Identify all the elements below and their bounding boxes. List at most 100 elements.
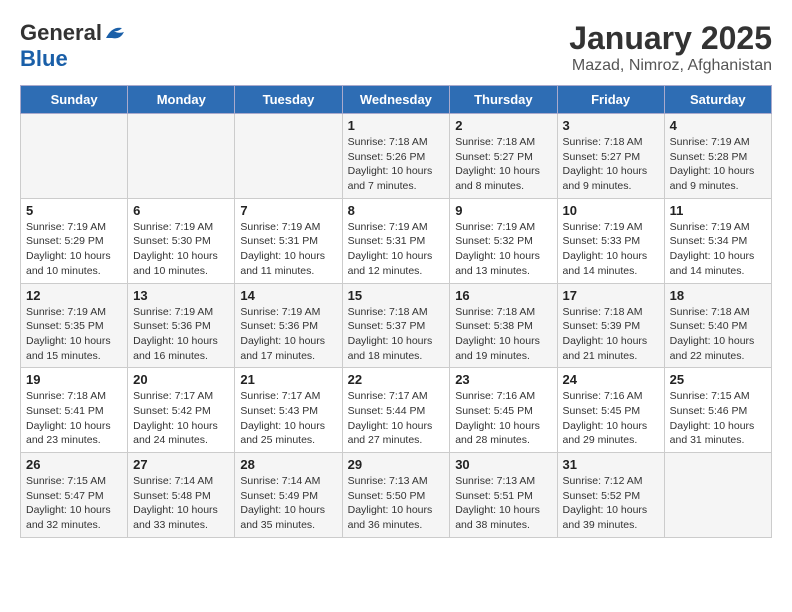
logo-general: General bbox=[20, 20, 102, 46]
calendar-cell: 23 Sunrise: 7:16 AM Sunset: 5:45 PM Dayli… bbox=[450, 368, 557, 453]
calendar-cell: 28 Sunrise: 7:14 AM Sunset: 5:49 PM Dayli… bbox=[235, 453, 342, 538]
day-number: 4 bbox=[670, 118, 766, 133]
weekday-header-wednesday: Wednesday bbox=[342, 86, 450, 114]
calendar-table: SundayMondayTuesdayWednesdayThursdayFrid… bbox=[20, 85, 772, 538]
logo-bird-icon bbox=[104, 24, 126, 42]
calendar-cell: 30 Sunrise: 7:13 AM Sunset: 5:51 PM Dayli… bbox=[450, 453, 557, 538]
calendar-cell bbox=[235, 114, 342, 199]
weekday-header-thursday: Thursday bbox=[450, 86, 557, 114]
day-info: Sunrise: 7:16 AM Sunset: 5:45 PM Dayligh… bbox=[563, 389, 659, 448]
day-number: 13 bbox=[133, 288, 229, 303]
calendar-cell bbox=[21, 114, 128, 199]
day-number: 3 bbox=[563, 118, 659, 133]
day-number: 24 bbox=[563, 372, 659, 387]
day-info: Sunrise: 7:19 AM Sunset: 5:34 PM Dayligh… bbox=[670, 220, 766, 279]
day-info: Sunrise: 7:18 AM Sunset: 5:38 PM Dayligh… bbox=[455, 305, 551, 364]
weekday-header-saturday: Saturday bbox=[664, 86, 771, 114]
day-number: 6 bbox=[133, 203, 229, 218]
day-info: Sunrise: 7:13 AM Sunset: 5:51 PM Dayligh… bbox=[455, 474, 551, 533]
calendar-cell: 26 Sunrise: 7:15 AM Sunset: 5:47 PM Dayli… bbox=[21, 453, 128, 538]
day-number: 8 bbox=[348, 203, 445, 218]
weekday-header-sunday: Sunday bbox=[21, 86, 128, 114]
day-number: 21 bbox=[240, 372, 336, 387]
day-info: Sunrise: 7:19 AM Sunset: 5:31 PM Dayligh… bbox=[240, 220, 336, 279]
week-row-5: 26 Sunrise: 7:15 AM Sunset: 5:47 PM Dayli… bbox=[21, 453, 772, 538]
day-info: Sunrise: 7:19 AM Sunset: 5:28 PM Dayligh… bbox=[670, 135, 766, 194]
calendar-cell: 17 Sunrise: 7:18 AM Sunset: 5:39 PM Dayli… bbox=[557, 283, 664, 368]
calendar-cell: 14 Sunrise: 7:19 AM Sunset: 5:36 PM Dayli… bbox=[235, 283, 342, 368]
calendar-cell: 15 Sunrise: 7:18 AM Sunset: 5:37 PM Dayli… bbox=[342, 283, 450, 368]
day-info: Sunrise: 7:18 AM Sunset: 5:37 PM Dayligh… bbox=[348, 305, 445, 364]
calendar-cell: 10 Sunrise: 7:19 AM Sunset: 5:33 PM Dayli… bbox=[557, 198, 664, 283]
day-number: 30 bbox=[455, 457, 551, 472]
day-info: Sunrise: 7:18 AM Sunset: 5:26 PM Dayligh… bbox=[348, 135, 445, 194]
page-subtitle: Mazad, Nimroz, Afghanistan bbox=[569, 57, 772, 75]
weekday-header-monday: Monday bbox=[128, 86, 235, 114]
day-info: Sunrise: 7:19 AM Sunset: 5:30 PM Dayligh… bbox=[133, 220, 229, 279]
day-number: 31 bbox=[563, 457, 659, 472]
weekday-header-friday: Friday bbox=[557, 86, 664, 114]
day-info: Sunrise: 7:19 AM Sunset: 5:35 PM Dayligh… bbox=[26, 305, 122, 364]
day-info: Sunrise: 7:19 AM Sunset: 5:33 PM Dayligh… bbox=[563, 220, 659, 279]
day-info: Sunrise: 7:19 AM Sunset: 5:36 PM Dayligh… bbox=[240, 305, 336, 364]
calendar-cell: 4 Sunrise: 7:19 AM Sunset: 5:28 PM Daylig… bbox=[664, 114, 771, 199]
day-info: Sunrise: 7:18 AM Sunset: 5:39 PM Dayligh… bbox=[563, 305, 659, 364]
calendar-cell bbox=[128, 114, 235, 199]
weekday-header-tuesday: Tuesday bbox=[235, 86, 342, 114]
calendar-cell: 1 Sunrise: 7:18 AM Sunset: 5:26 PM Daylig… bbox=[342, 114, 450, 199]
day-number: 20 bbox=[133, 372, 229, 387]
calendar-cell: 19Sunrise: 7:18 AM Sunset: 5:41 PM Dayli… bbox=[21, 368, 128, 453]
calendar-cell: 8Sunrise: 7:19 AM Sunset: 5:31 PM Daylig… bbox=[342, 198, 450, 283]
week-row-1: 1 Sunrise: 7:18 AM Sunset: 5:26 PM Daylig… bbox=[21, 114, 772, 199]
day-info: Sunrise: 7:19 AM Sunset: 5:36 PM Dayligh… bbox=[133, 305, 229, 364]
day-number: 18 bbox=[670, 288, 766, 303]
calendar-cell: 6 Sunrise: 7:19 AM Sunset: 5:30 PM Daylig… bbox=[128, 198, 235, 283]
page-title: January 2025 bbox=[569, 20, 772, 57]
day-number: 16 bbox=[455, 288, 551, 303]
day-info: Sunrise: 7:13 AM Sunset: 5:50 PM Dayligh… bbox=[348, 474, 445, 533]
calendar-cell: 12 Sunrise: 7:19 AM Sunset: 5:35 PM Dayli… bbox=[21, 283, 128, 368]
day-number: 9 bbox=[455, 203, 551, 218]
calendar-cell: 13 Sunrise: 7:19 AM Sunset: 5:36 PM Dayli… bbox=[128, 283, 235, 368]
day-number: 1 bbox=[348, 118, 445, 133]
calendar-cell: 3 Sunrise: 7:18 AM Sunset: 5:27 PM Daylig… bbox=[557, 114, 664, 199]
day-number: 26 bbox=[26, 457, 122, 472]
calendar-cell: 31Sunrise: 7:12 AM Sunset: 5:52 PM Dayli… bbox=[557, 453, 664, 538]
week-row-2: 5Sunrise: 7:19 AM Sunset: 5:29 PM Daylig… bbox=[21, 198, 772, 283]
calendar-cell: 20Sunrise: 7:17 AM Sunset: 5:42 PM Dayli… bbox=[128, 368, 235, 453]
day-number: 17 bbox=[563, 288, 659, 303]
week-row-3: 12 Sunrise: 7:19 AM Sunset: 5:35 PM Dayli… bbox=[21, 283, 772, 368]
day-info: Sunrise: 7:17 AM Sunset: 5:44 PM Dayligh… bbox=[348, 389, 445, 448]
day-info: Sunrise: 7:19 AM Sunset: 5:32 PM Dayligh… bbox=[455, 220, 551, 279]
day-number: 23 bbox=[455, 372, 551, 387]
day-number: 12 bbox=[26, 288, 122, 303]
logo: General Blue bbox=[20, 20, 126, 72]
day-number: 15 bbox=[348, 288, 445, 303]
day-info: Sunrise: 7:15 AM Sunset: 5:46 PM Dayligh… bbox=[670, 389, 766, 448]
calendar-cell: 22 Sunrise: 7:17 AM Sunset: 5:44 PM Dayli… bbox=[342, 368, 450, 453]
calendar-cell: 16 Sunrise: 7:18 AM Sunset: 5:38 PM Dayli… bbox=[450, 283, 557, 368]
day-info: Sunrise: 7:14 AM Sunset: 5:49 PM Dayligh… bbox=[240, 474, 336, 533]
day-number: 29 bbox=[348, 457, 445, 472]
day-info: Sunrise: 7:19 AM Sunset: 5:29 PM Dayligh… bbox=[26, 220, 122, 279]
calendar-cell: 25Sunrise: 7:15 AM Sunset: 5:46 PM Dayli… bbox=[664, 368, 771, 453]
day-number: 14 bbox=[240, 288, 336, 303]
calendar-cell: 2Sunrise: 7:18 AM Sunset: 5:27 PM Daylig… bbox=[450, 114, 557, 199]
calendar-cell: 29 Sunrise: 7:13 AM Sunset: 5:50 PM Dayli… bbox=[342, 453, 450, 538]
day-number: 2 bbox=[455, 118, 551, 133]
title-block: January 2025 Mazad, Nimroz, Afghanistan bbox=[569, 20, 772, 75]
logo-blue: Blue bbox=[20, 46, 68, 71]
calendar-cell: 11Sunrise: 7:19 AM Sunset: 5:34 PM Dayli… bbox=[664, 198, 771, 283]
day-info: Sunrise: 7:15 AM Sunset: 5:47 PM Dayligh… bbox=[26, 474, 122, 533]
day-number: 10 bbox=[563, 203, 659, 218]
day-info: Sunrise: 7:18 AM Sunset: 5:27 PM Dayligh… bbox=[563, 135, 659, 194]
day-number: 28 bbox=[240, 457, 336, 472]
day-info: Sunrise: 7:18 AM Sunset: 5:41 PM Dayligh… bbox=[26, 389, 122, 448]
week-row-4: 19Sunrise: 7:18 AM Sunset: 5:41 PM Dayli… bbox=[21, 368, 772, 453]
calendar-cell: 24 Sunrise: 7:16 AM Sunset: 5:45 PM Dayli… bbox=[557, 368, 664, 453]
weekday-header-row: SundayMondayTuesdayWednesdayThursdayFrid… bbox=[21, 86, 772, 114]
calendar-cell bbox=[664, 453, 771, 538]
calendar-cell: 5Sunrise: 7:19 AM Sunset: 5:29 PM Daylig… bbox=[21, 198, 128, 283]
day-info: Sunrise: 7:16 AM Sunset: 5:45 PM Dayligh… bbox=[455, 389, 551, 448]
day-number: 22 bbox=[348, 372, 445, 387]
